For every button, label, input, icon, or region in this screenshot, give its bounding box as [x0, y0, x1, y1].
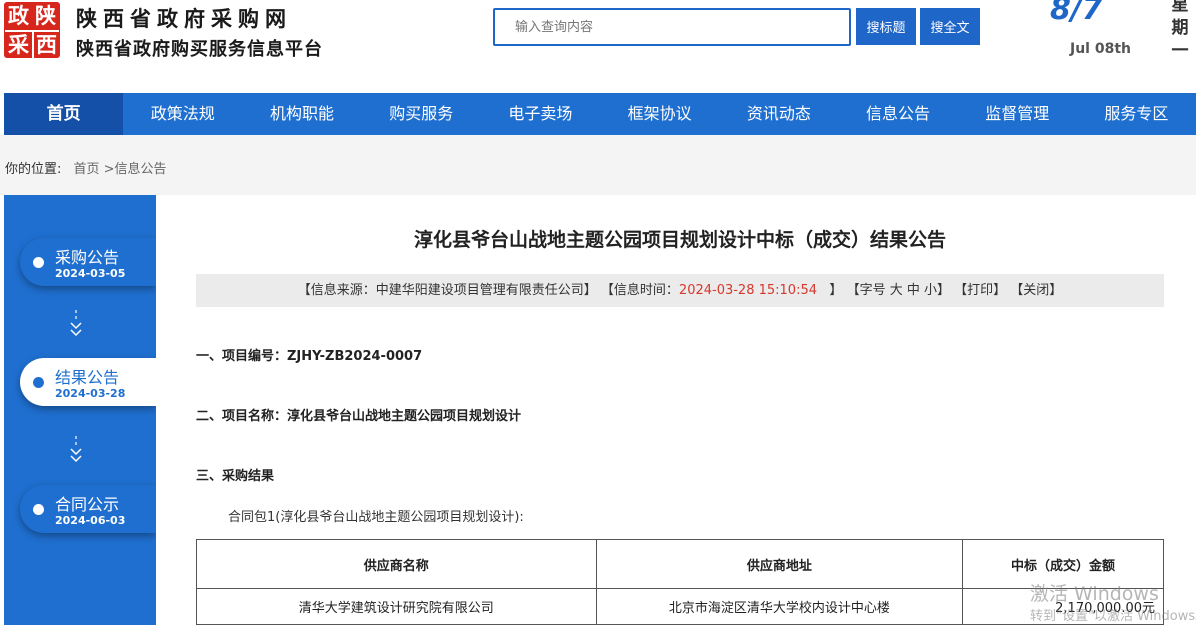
breadcrumb-path[interactable]: 首页 >信息公告: [74, 162, 167, 177]
nav-item-news[interactable]: 资讯动态: [719, 93, 838, 135]
contract-package-label: 合同包1(淳化县爷台山战地主题公园项目规划设计):: [228, 510, 524, 525]
nav-item-institution[interactable]: 机构职能: [242, 93, 361, 135]
article-title: 淳化县爷台山战地主题公园项目规划设计中标（成交）结果公告: [413, 229, 946, 251]
timeline-item-result[interactable]: 结果公告 2024-03-28: [20, 358, 156, 406]
article-meta-bar: 【信息来源：中建华阳建设项目管理有限责任公司】 【信息时间：2024-03-28…: [196, 274, 1164, 307]
site-subtitle: 陕西省政府购买服务信息平台: [76, 39, 323, 60]
nav-item-policy[interactable]: 政策法规: [123, 93, 242, 135]
date-english: Jul 08th: [1070, 41, 1131, 57]
timeline-label: 合同公示: [55, 495, 120, 514]
breadcrumb-prefix: 你的位置:: [5, 162, 62, 177]
table-row: 清华大学建筑设计研究院有限公司 北京市海淀区清华大学校内设计中心楼 2,170,…: [196, 588, 1164, 625]
site-header: 政 陕 采 西 陕西省政府采购网 陕西省政府购买服务信息平台 搜标题 搜全文 8…: [0, 0, 1196, 93]
site-name: 陕西省政府采购网: [76, 7, 292, 31]
timeline-item-procurement[interactable]: 采购公告 2024-03-05: [20, 238, 156, 286]
timeline-date: 2024-03-05: [55, 267, 126, 280]
timeline-dot: [33, 504, 44, 515]
main-nav: 首页 政策法规 机构职能 购买服务 电子卖场 框架协议 资讯动态 信息公告 监督…: [4, 93, 1196, 135]
logo-char: 陕: [35, 4, 56, 28]
award-amount-cell: 2,170,000.00元: [962, 588, 1164, 625]
project-number: 一、项目编号：ZJHY-ZB2024-0007: [196, 349, 423, 364]
table-header-row: 供应商名称 供应商地址 中标（成交）金额: [196, 539, 1164, 589]
article-content: 淳化县爷台山战地主题公园项目规划设计中标（成交）结果公告 【信息来源：中建华阳建…: [156, 195, 1196, 625]
font-size-control[interactable]: 【字号 大 中 小】: [847, 283, 950, 298]
search-title-button[interactable]: 搜标题: [856, 8, 916, 45]
meta-time-prefix: 【信息时间：: [600, 283, 679, 298]
weekday-char: 一: [1171, 41, 1189, 61]
meta-source-suffix: 】: [583, 283, 597, 298]
timeline-label: 结果公告: [55, 368, 120, 387]
meta-time-suffix: 】: [829, 283, 843, 298]
meta-time: 2024-03-28 15:10:54: [678, 283, 817, 298]
nav-item-supervision[interactable]: 监督管理: [958, 93, 1077, 135]
logo-char: 采: [5, 30, 32, 59]
print-link[interactable]: 【打印】: [954, 283, 1006, 298]
supplier-name-cell: 清华大学建筑设计研究院有限公司: [196, 588, 597, 625]
down-arrow-icon: [70, 310, 82, 337]
search-input[interactable]: [493, 8, 851, 46]
meta-source-prefix: 【信息来源：: [297, 283, 376, 298]
timeline-date: 2024-06-03: [55, 514, 126, 527]
breadcrumb: 你的位置: 首页 >信息公告: [5, 158, 167, 177]
nav-item-framework[interactable]: 框架协议: [600, 93, 719, 135]
timeline-dot: [33, 257, 44, 268]
nav-item-services[interactable]: 服务专区: [1077, 93, 1196, 135]
supplier-address-cell: 北京市海淀区清华大学校内设计中心楼: [595, 588, 964, 625]
logo-char: 西: [32, 30, 59, 59]
breadcrumb-bar: 你的位置: 首页 >信息公告: [0, 135, 1196, 195]
nav-item-home[interactable]: 首页: [4, 93, 124, 135]
column-header: 供应商名称: [196, 539, 597, 589]
timeline-label: 采购公告: [55, 248, 120, 267]
logo-char: 政: [8, 4, 29, 28]
timeline-item-contract[interactable]: 合同公示 2024-06-03: [20, 485, 156, 533]
date-display: 8/7: [1050, 0, 1103, 27]
weekday-char: 星: [1171, 0, 1189, 15]
down-arrow-icon: [70, 436, 82, 463]
project-name: 二、项目名称：淳化县爷台山战地主题公园项目规划设计: [196, 409, 522, 424]
announcement-timeline: 采购公告 2024-03-05 结果公告 2024-03-28 合同公示 202…: [4, 195, 156, 625]
procurement-result-heading: 三、采购结果: [196, 469, 275, 484]
weekday-display: 星 期 一: [1168, 0, 1192, 63]
column-header: 中标（成交）金额: [962, 539, 1164, 589]
site-logo[interactable]: 政 陕 采 西: [4, 2, 60, 59]
nav-item-purchase-service[interactable]: 购买服务: [362, 93, 481, 135]
nav-item-announcements[interactable]: 信息公告: [838, 93, 957, 135]
timeline-dot: [33, 377, 44, 388]
weekday-char: 期: [1171, 18, 1189, 38]
column-header: 供应商地址: [595, 539, 964, 589]
meta-source: 中建华阳建设项目管理有限责任公司: [375, 283, 584, 298]
close-link[interactable]: 【关闭】: [1010, 283, 1062, 298]
nav-item-e-mall[interactable]: 电子卖场: [481, 93, 600, 135]
result-table: 供应商名称 供应商地址 中标（成交）金额 清华大学建筑设计研究院有限公司 北京市…: [196, 539, 1164, 625]
search-fulltext-button[interactable]: 搜全文: [920, 8, 980, 45]
timeline-date: 2024-03-28: [55, 387, 126, 400]
